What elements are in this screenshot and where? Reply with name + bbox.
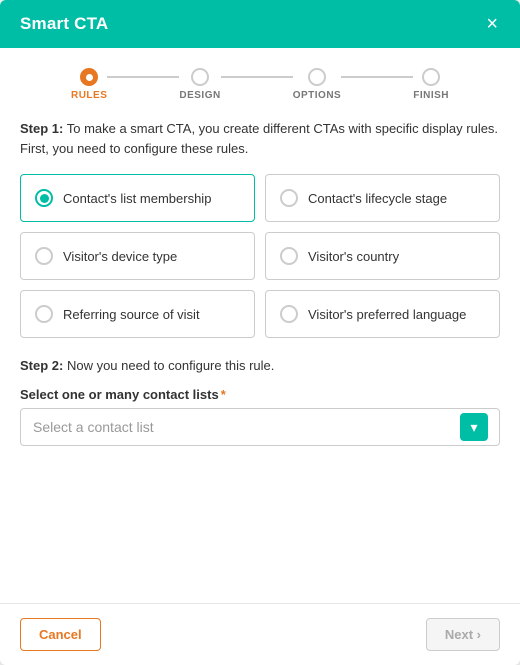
steps-bar: RULES DESIGN OPTIONS FINISH (20, 68, 500, 101)
required-marker: * (221, 387, 226, 402)
step1-prefix: Step 1: (20, 121, 63, 136)
radio-lifecycle-stage (280, 189, 298, 207)
radio-inner-contact-list (40, 194, 49, 203)
smart-cta-modal: Smart CTA × RULES DESIGN OPTIONS FINI (0, 0, 520, 665)
step-label-finish: FINISH (413, 90, 449, 101)
contact-list-select-wrapper: Select a contact list ▾ (20, 408, 500, 446)
step2-text: Now you need to configure this rule. (63, 358, 274, 373)
contact-list-field-label: Select one or many contact lists* (20, 387, 500, 402)
rule-option-contact-list[interactable]: Contact's list membership (20, 174, 255, 222)
rule-label-device-type: Visitor's device type (63, 249, 177, 264)
contact-list-select[interactable]: Select a contact list (20, 408, 500, 446)
rule-label-contact-list: Contact's list membership (63, 191, 211, 206)
close-button[interactable]: × (484, 14, 500, 34)
rule-label-lifecycle-stage: Contact's lifecycle stage (308, 191, 447, 206)
step-label-rules: RULES (71, 90, 107, 101)
radio-contact-list (35, 189, 53, 207)
step2-description: Step 2: Now you need to configure this r… (20, 358, 500, 373)
step-circle-rules (80, 68, 98, 86)
modal-body: RULES DESIGN OPTIONS FINISH Step 1: To m… (0, 48, 520, 603)
radio-referring-source (35, 305, 53, 323)
rule-label-country: Visitor's country (308, 249, 399, 264)
step-design: DESIGN (179, 68, 220, 101)
modal-footer: Cancel Next › (0, 603, 520, 665)
rule-label-referring-source: Referring source of visit (63, 307, 200, 322)
rule-options-grid: Contact's list membership Contact's life… (20, 174, 500, 338)
step1-text: To make a smart CTA, you create differen… (20, 121, 498, 156)
rule-option-referring-source[interactable]: Referring source of visit (20, 290, 255, 338)
step-circle-design (191, 68, 209, 86)
modal-header: Smart CTA × (0, 0, 520, 48)
radio-device-type (35, 247, 53, 265)
rule-option-lifecycle-stage[interactable]: Contact's lifecycle stage (265, 174, 500, 222)
rule-option-preferred-language[interactable]: Visitor's preferred language (265, 290, 500, 338)
step-label-design: DESIGN (179, 90, 220, 101)
step-options: OPTIONS (293, 68, 342, 101)
rule-label-preferred-language: Visitor's preferred language (308, 307, 466, 322)
step-connector-1 (107, 76, 179, 78)
cancel-button[interactable]: Cancel (20, 618, 101, 651)
rule-option-device-type[interactable]: Visitor's device type (20, 232, 255, 280)
step2-prefix: Step 2: (20, 358, 63, 373)
radio-country (280, 247, 298, 265)
step-circle-options (308, 68, 326, 86)
step-connector-2 (221, 76, 293, 78)
step-connector-3 (341, 76, 413, 78)
rule-option-country[interactable]: Visitor's country (265, 232, 500, 280)
radio-preferred-language (280, 305, 298, 323)
contact-list-label-text: Select one or many contact lists (20, 387, 219, 402)
step-rules: RULES (71, 68, 107, 101)
step-label-options: OPTIONS (293, 90, 342, 101)
modal-title: Smart CTA (20, 14, 108, 34)
step-finish: FINISH (413, 68, 449, 101)
step-circle-finish (422, 68, 440, 86)
next-button[interactable]: Next › (426, 618, 500, 651)
step1-description: Step 1: To make a smart CTA, you create … (20, 119, 500, 158)
